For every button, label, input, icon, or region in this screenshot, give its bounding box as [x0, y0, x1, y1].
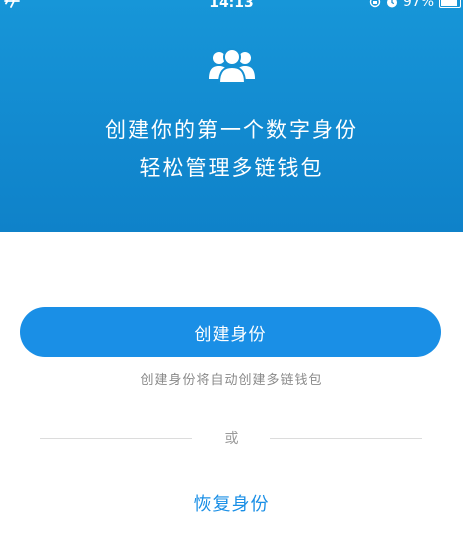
people-group-icon — [209, 48, 255, 84]
identity-onboarding-screen: 14:13 97% 创建你的第一个数字身份 轻松管理多链钱包 创建身份 创建身份… — [0, 0, 463, 544]
restore-identity-link[interactable]: 恢复身份 — [0, 490, 463, 516]
battery-icon — [439, 0, 461, 8]
create-identity-button[interactable]: 创建身份 — [20, 307, 441, 357]
headline-line-1: 创建你的第一个数字身份 — [105, 118, 358, 142]
status-bar: 14:13 97% — [0, 0, 463, 12]
rotation-lock-icon — [369, 0, 381, 8]
battery-percent: 97% — [402, 0, 434, 10]
headline-line-2: 轻松管理多链钱包 — [139, 156, 324, 180]
header-banner: 14:13 97% 创建你的第一个数字身份 轻松管理多链钱包 — [0, 0, 463, 232]
create-identity-hint: 创建身份将自动创建多链钱包 — [140, 373, 323, 388]
status-right-group: 97% — [369, 0, 461, 9]
divider-right-line — [270, 438, 422, 439]
alarm-icon — [386, 0, 397, 8]
battery-level-fill — [441, 0, 457, 6]
